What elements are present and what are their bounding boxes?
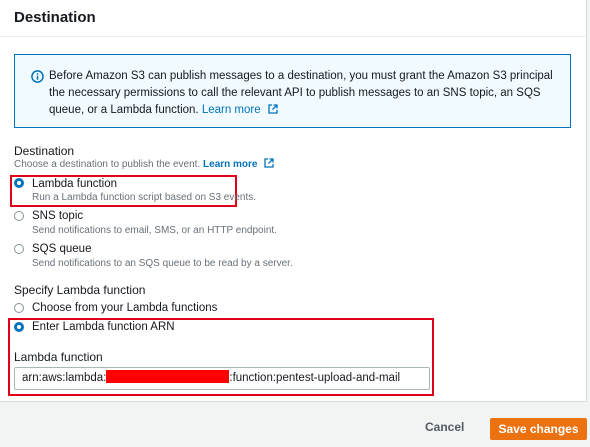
lambda-function-field-label: Lambda function	[14, 350, 103, 364]
arn-prefix: arn:aws:lambda:	[22, 372, 107, 384]
info-text: Before Amazon S3 can publish messages to…	[49, 68, 554, 119]
save-changes-button[interactable]: Save changes	[490, 418, 587, 440]
info-alert: Before Amazon S3 can publish messages to…	[14, 54, 571, 128]
destination-option-lambda-label[interactable]: Lambda function	[32, 178, 117, 190]
specify-radio-arn[interactable]	[14, 322, 24, 332]
panel-title: Destination	[14, 9, 96, 26]
destination-learn-more-link[interactable]: Learn more	[203, 159, 257, 170]
destination-option-sqs-label[interactable]: SQS queue	[32, 243, 91, 255]
info-message: Before Amazon S3 can publish messages to…	[49, 70, 553, 116]
destination-option-lambda-description: Run a Lambda function script based on S3…	[32, 192, 257, 203]
specify-option-arn-label[interactable]: Enter Lambda function ARN	[32, 321, 175, 333]
info-learn-more-link[interactable]: Learn more	[202, 104, 261, 116]
destination-radio-lambda[interactable]	[14, 178, 24, 188]
destination-radio-sqs[interactable]	[14, 244, 24, 254]
destination-description: Choose a destination to publish the even…	[14, 159, 201, 170]
destination-radio-sns[interactable]	[14, 211, 24, 221]
cancel-button[interactable]: Cancel	[425, 420, 464, 434]
specify-lambda-label: Specify Lambda function	[14, 283, 146, 297]
external-link-icon[interactable]	[264, 158, 274, 168]
panel-header: Destination	[0, 0, 586, 37]
destination-option-sqs-description: Send notifications to an SQS queue to be…	[32, 258, 293, 269]
destination-label: Destination	[14, 144, 75, 158]
arn-suffix: :function:pentest-upload-and-mail	[229, 372, 401, 384]
destination-option-sns-description: Send notifications to email, SMS, or an …	[32, 225, 277, 236]
destination-option-sns-label[interactable]: SNS topic	[32, 210, 83, 222]
destination-description-row: Choose a destination to publish the even…	[14, 158, 274, 170]
info-circle-icon	[31, 70, 44, 83]
destination-panel: Destination Before Amazon S3 can publish…	[0, 0, 587, 402]
external-link-icon[interactable]	[268, 104, 278, 114]
specify-option-choose-label[interactable]: Choose from your Lambda functions	[32, 302, 217, 314]
specify-radio-choose[interactable]	[14, 303, 24, 313]
redaction-bar	[106, 370, 230, 383]
lambda-arn-input[interactable]: arn:aws:lambda: :function:pentest-upload-…	[14, 367, 430, 390]
